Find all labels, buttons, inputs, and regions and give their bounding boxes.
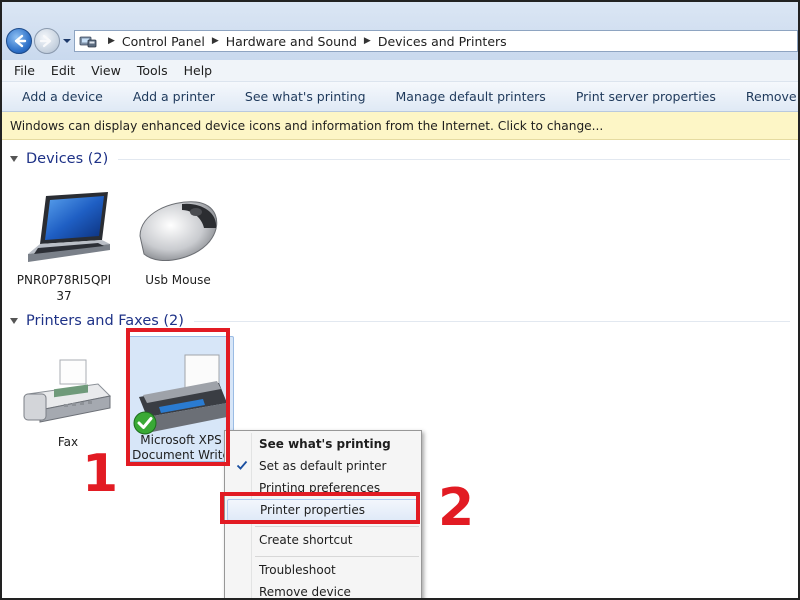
collapse-triangle-icon[interactable] (10, 318, 18, 324)
laptop-icon (28, 192, 110, 262)
group-divider (193, 320, 790, 322)
annotation-number-1: 1 (82, 444, 119, 504)
menu-item-label: Create shortcut (259, 533, 353, 547)
device-laptop[interactable] (16, 188, 112, 271)
forward-button[interactable] (34, 28, 60, 54)
group-title: Printers and Faxes (2) (26, 313, 184, 329)
mouse-icon (139, 201, 218, 261)
menu-separator (255, 526, 419, 527)
forward-arrow-icon (39, 34, 52, 48)
print-server-properties-button[interactable]: Print server properties (566, 89, 726, 104)
menu-item-label: Set as default printer (259, 459, 387, 473)
breadcrumb-hardware-and-sound[interactable]: Hardware and Sound (226, 34, 357, 49)
device-fax[interactable] (20, 352, 116, 435)
recent-pages-dropdown-icon[interactable] (62, 36, 72, 46)
fax-icon (23, 359, 112, 423)
menu-edit[interactable]: Edit (45, 63, 81, 78)
collapse-triangle-icon[interactable] (10, 156, 18, 162)
see-whats-printing-button[interactable]: See what's printing (235, 89, 376, 104)
address-box[interactable]: ▶ Control Panel ▶ Hardware and Sound ▶ D… (74, 30, 798, 52)
explorer-window: ▶ Control Panel ▶ Hardware and Sound ▶ D… (0, 0, 800, 600)
menu-item-set-default-printer[interactable]: Set as default printer (227, 455, 419, 477)
annotation-box-printer (126, 328, 230, 466)
device-label-laptop: PNR0P78RI5QPI37 (16, 272, 112, 304)
breadcrumb-separator-icon[interactable]: ▶ (364, 36, 371, 46)
back-button[interactable] (6, 28, 32, 54)
menu-view[interactable]: View (85, 63, 127, 78)
device-name: Usb Mouse (145, 273, 211, 287)
device-name: PNR0P78RI5QPI37 (16, 273, 112, 303)
command-bar: Add a device Add a printer See what's pr… (2, 82, 798, 112)
menu-item-create-shortcut[interactable]: Create shortcut (227, 529, 419, 551)
group-title: Devices (2) (26, 151, 109, 167)
info-bar[interactable]: Windows can display enhanced device icon… (2, 112, 798, 140)
device-label-mouse: Usb Mouse (130, 272, 226, 288)
annotation-box-properties (220, 492, 420, 524)
menu-item-label: See what's printing (259, 437, 391, 451)
manage-default-printers-button[interactable]: Manage default printers (386, 89, 556, 104)
back-arrow-icon (14, 34, 27, 48)
menu-file[interactable]: File (8, 63, 41, 78)
checkmark-icon (236, 460, 248, 470)
add-device-button[interactable]: Add a device (12, 89, 113, 104)
device-mouse[interactable] (130, 188, 226, 271)
devices-folder-icon (79, 36, 97, 48)
annotation-number-2: 2 (438, 478, 475, 538)
menu-item-remove-device[interactable]: Remove device (227, 581, 419, 599)
group-divider (118, 158, 790, 160)
breadcrumb-separator-icon[interactable]: ▶ (212, 36, 219, 46)
breadcrumb-control-panel[interactable]: Control Panel (122, 34, 205, 49)
add-printer-button[interactable]: Add a printer (123, 89, 225, 104)
menu-item-label: Troubleshoot (259, 563, 336, 577)
address-bar-area: ▶ Control Panel ▶ Hardware and Sound ▶ D… (2, 2, 798, 60)
menu-item-see-whats-printing[interactable]: See what's printing (227, 433, 419, 455)
remove-device-button[interactable]: Remove device (736, 89, 798, 104)
group-header-devices[interactable]: Devices (2) (10, 148, 790, 170)
menu-help[interactable]: Help (178, 63, 219, 78)
menu-separator (255, 556, 419, 557)
menu-tools[interactable]: Tools (131, 63, 174, 78)
menu-bar: File Edit View Tools Help (2, 60, 798, 82)
menu-item-troubleshoot[interactable]: Troubleshoot (227, 559, 419, 581)
menu-item-label: Remove device (259, 585, 351, 599)
breadcrumb-separator-icon[interactable]: ▶ (108, 36, 115, 46)
breadcrumb-devices-and-printers[interactable]: Devices and Printers (378, 34, 507, 49)
